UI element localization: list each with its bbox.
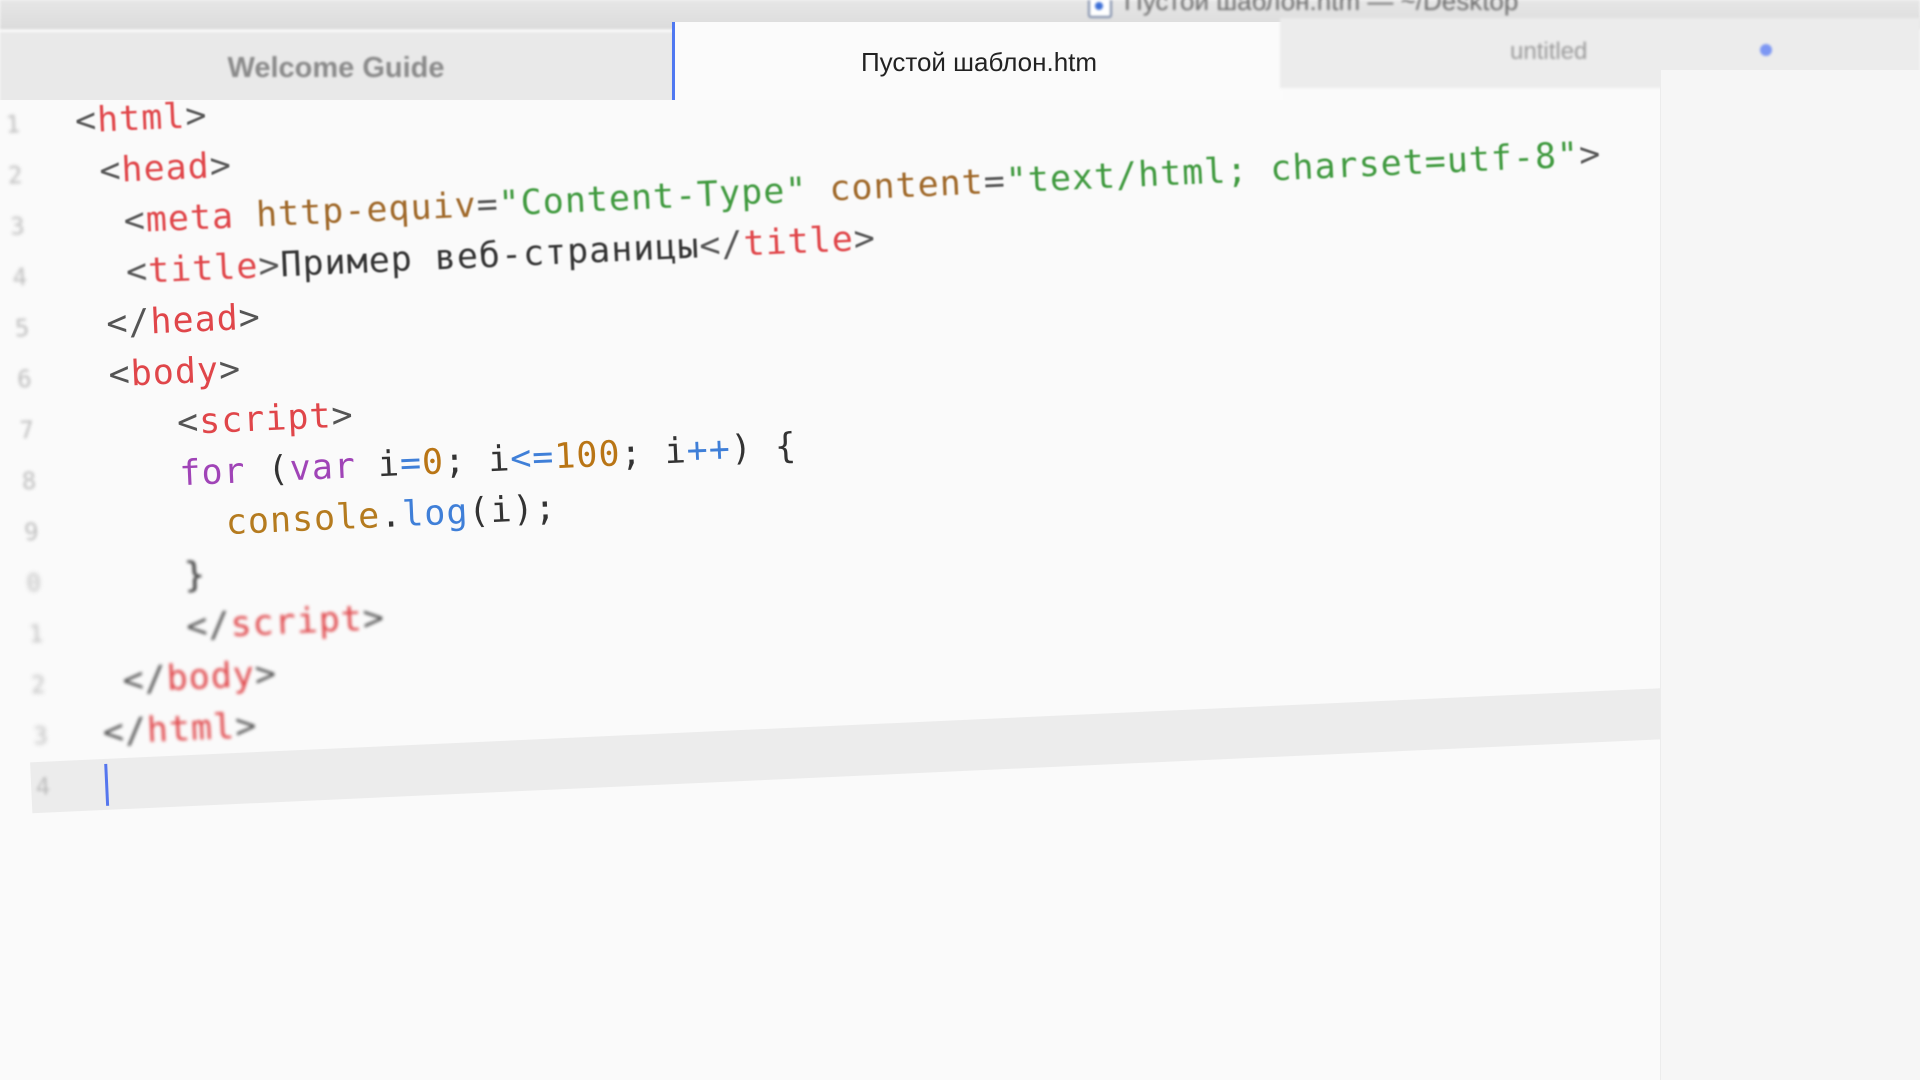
code-token: script <box>229 599 364 646</box>
tab-bar: Welcome Guide Пустой шаблон.htm untitled <box>0 18 1920 104</box>
tab-label: Пустой шаблон.htm <box>860 46 1098 77</box>
tab-empty-template[interactable]: Пустой шаблон.htm <box>672 22 1283 102</box>
code-lines: 1 <html> 2 <head> 3 <meta http-equiv="Conte… <box>0 100 1660 814</box>
document-icon <box>1088 0 1112 18</box>
code-token: </ <box>83 302 152 346</box>
code-token: = <box>399 443 423 485</box>
code-token: head <box>120 146 211 191</box>
code-token: </ <box>99 659 168 703</box>
code-token: > <box>852 218 877 260</box>
code-token: = <box>982 161 1007 203</box>
code-token: 0 <box>421 442 445 484</box>
line-number: 8 <box>21 466 38 496</box>
line-number: 4 <box>11 262 29 292</box>
code-token: . <box>379 495 404 537</box>
line-number: 1 <box>28 619 45 649</box>
code-token: > <box>234 705 259 747</box>
line-number: 2 <box>30 670 48 700</box>
code-token: > <box>1578 134 1603 176</box>
code-token: > <box>253 654 278 696</box>
right-pane <box>1660 70 1920 1080</box>
code-token: title <box>147 246 260 292</box>
line-text: <body> <box>85 344 242 402</box>
line-text: </head> <box>83 292 262 351</box>
code-token: title <box>742 219 855 265</box>
code-token: } <box>94 555 208 601</box>
code-token: html <box>96 100 187 141</box>
code-token: </ <box>698 224 745 267</box>
code-editor[interactable]: 1 <html> 2 <head> 3 <meta http-equiv="Conte… <box>0 100 1660 1080</box>
line-number: 7 <box>18 415 36 445</box>
line-text: <head> <box>76 141 233 199</box>
line-text: } <box>95 550 208 606</box>
code-token: > <box>208 145 233 187</box>
line-text: </html> <box>102 701 259 759</box>
code-token: ; i <box>619 431 688 475</box>
code-token: < <box>88 402 201 448</box>
code-token: > <box>361 598 386 640</box>
code-token: head <box>149 298 240 343</box>
code-token: ) { <box>729 426 798 470</box>
editor-window: Пустой шаблон.htm — ~/Desktop Welcome Gu… <box>0 0 1920 1080</box>
code-token: (i); <box>467 488 558 533</box>
code-token: > <box>184 100 209 137</box>
code-token: log <box>401 492 470 536</box>
window-title: Пустой шаблон.htm — ~/Desktop <box>1124 0 1519 16</box>
code-token: var <box>288 446 357 490</box>
code-token: > <box>330 395 355 437</box>
code-token: > <box>218 349 242 391</box>
modified-dot-icon[interactable] <box>1760 44 1772 56</box>
code-token: script <box>198 396 333 443</box>
line-text: <html> <box>74 100 209 148</box>
code-token: ; i <box>443 439 512 483</box>
line-number: 2 <box>7 161 25 190</box>
code-token: < <box>74 100 99 142</box>
code-token: body <box>165 655 256 700</box>
line-number: 3 <box>9 211 27 241</box>
code-token: http-equiv <box>233 185 478 237</box>
text-cursor <box>104 763 110 806</box>
code-token: for <box>90 451 247 499</box>
line-number: 9 <box>23 517 41 547</box>
code-token: < <box>78 200 147 244</box>
code-token: </ <box>97 605 232 652</box>
line-number: 5 <box>14 313 32 343</box>
code-token: </ <box>101 711 148 753</box>
code-token: = <box>475 184 500 226</box>
code-token: content <box>806 162 985 211</box>
code-token: < <box>81 251 150 295</box>
code-token: meta <box>144 196 235 241</box>
line-number: 0 <box>25 568 43 598</box>
line-text <box>104 759 110 810</box>
code-token: < <box>85 354 132 397</box>
code-token: > <box>237 297 262 339</box>
tab-welcome-guide[interactable]: Welcome Guide <box>0 32 673 104</box>
code-token: console <box>92 496 382 550</box>
code-token: <= <box>509 437 556 480</box>
line-number: 1 <box>5 110 22 139</box>
line-number: 4 <box>35 772 52 802</box>
code-token: ++ <box>685 429 732 472</box>
code-token: > <box>257 245 282 287</box>
line-number: 6 <box>16 364 34 394</box>
code-token: "Content-Type" <box>497 170 809 225</box>
code-token: html <box>146 706 237 751</box>
line-number: 3 <box>32 721 50 751</box>
code-token: < <box>76 150 123 193</box>
line-text: </body> <box>99 649 278 708</box>
tab-label: Welcome Guide <box>227 51 445 84</box>
code-token: 100 <box>553 434 622 478</box>
code-token: i <box>354 444 401 487</box>
code-token: ( <box>244 449 291 492</box>
tab-label: untitled <box>1510 38 1588 65</box>
code-token: body <box>129 350 220 395</box>
